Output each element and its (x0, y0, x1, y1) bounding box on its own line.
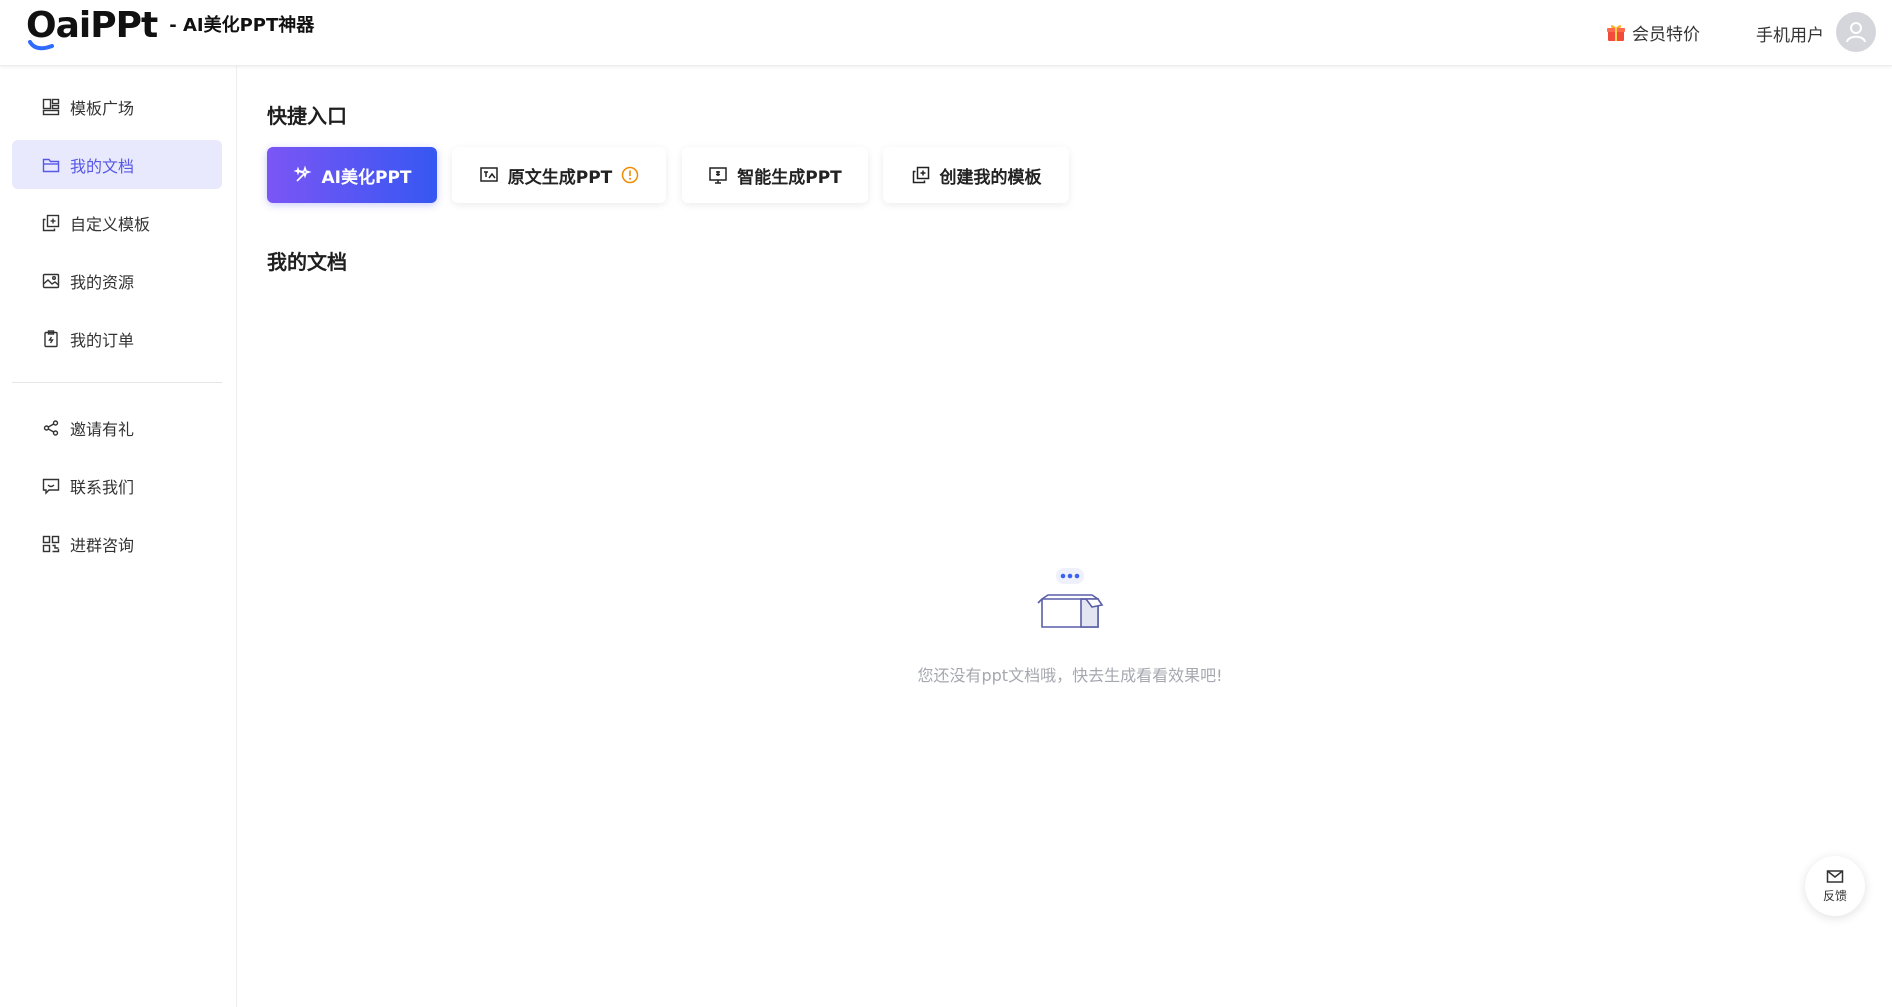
user-icon (1846, 22, 1866, 43)
image-icon (42, 272, 60, 290)
logo-swoosh-icon (28, 40, 54, 51)
mail-icon (1826, 869, 1844, 883)
message-smile-icon (42, 477, 60, 495)
logo-subtitle: - AI美化PPT神器 (169, 15, 315, 36)
clipboard-icon (42, 329, 60, 348)
my-documents-title: 我的文档 (267, 250, 347, 274)
vip-offer-link[interactable]: 会员特价 (1606, 20, 1700, 45)
logo-mark: OaiPPt (26, 8, 158, 51)
folder-icon (42, 156, 60, 174)
quick-entry-title: 快捷入口 (267, 104, 347, 128)
text-image-icon (479, 165, 499, 185)
sidebar-item-label: 我的资源 (70, 272, 135, 292)
empty-box-icon (1037, 568, 1104, 628)
avatar[interactable] (1836, 12, 1876, 52)
copy-plus-icon (42, 214, 60, 232)
sidebar-divider (12, 382, 222, 383)
user-name[interactable]: 手机用户 (1756, 21, 1824, 46)
qrcode-icon (42, 535, 60, 553)
sidebar-item-group-consult[interactable]: 进群咨询 (12, 519, 222, 568)
sidebar-item-invite[interactable]: 邀请有礼 (12, 403, 222, 452)
sidebar-item-my-resources[interactable]: 我的资源 (12, 256, 222, 305)
sidebar-item-label: 邀请有礼 (70, 419, 135, 439)
gift-icon (1607, 24, 1625, 41)
feedback-button[interactable]: 反馈 (1805, 856, 1865, 916)
top-header: OaiPPt - AI美化PPT神器 会员特价 手机用户 (0, 0, 1892, 66)
button-label: AI美化PPT (321, 167, 412, 188)
sidebar-item-label: 模板广场 (70, 98, 135, 118)
text-to-ppt-button[interactable]: 原文生成PPT (452, 147, 666, 203)
warning-icon (621, 166, 639, 184)
sidebar-item-label: 自定义模板 (70, 214, 151, 234)
smart-generate-ppt-button[interactable]: 智能生成PPT (682, 147, 868, 203)
button-label: 智能生成PPT (737, 167, 842, 188)
empty-state-text: 您还没有ppt文档哦，快去生成看看效果吧! (917, 666, 1223, 685)
sidebar-item-label: 联系我们 (70, 477, 135, 497)
sidebar-item-label: 进群咨询 (70, 535, 135, 555)
sidebar: 模板广场 我的文档 自定义模板 我的资源 我的订单 邀请有礼 联系我们 进群咨询 (0, 66, 237, 1007)
sidebar-item-label: 我的订单 (70, 330, 135, 350)
feedback-label: 反馈 (1822, 888, 1847, 903)
ai-beautify-button[interactable]: AI美化PPT (267, 147, 437, 203)
sidebar-item-label: 我的文档 (70, 156, 135, 176)
sidebar-item-template-square[interactable]: 模板广场 (12, 82, 222, 131)
share-icon (42, 419, 60, 437)
sidebar-item-contact-us[interactable]: 联系我们 (12, 461, 222, 510)
button-label: 创建我的模板 (939, 167, 1042, 188)
sidebar-item-custom-template[interactable]: 自定义模板 (12, 198, 222, 247)
magic-wand-icon (292, 165, 313, 185)
sidebar-item-my-orders[interactable]: 我的订单 (12, 314, 222, 363)
presentation-icon (708, 165, 728, 185)
logo[interactable]: OaiPPt - AI美化PPT神器 (26, 8, 315, 51)
template-grid-icon (42, 98, 60, 116)
sidebar-item-my-documents[interactable]: 我的文档 (12, 140, 222, 189)
copy-plus-icon (911, 165, 931, 185)
button-label: 原文生成PPT (507, 167, 613, 188)
vip-label: 会员特价 (1632, 25, 1700, 45)
create-template-button[interactable]: 创建我的模板 (883, 147, 1069, 203)
